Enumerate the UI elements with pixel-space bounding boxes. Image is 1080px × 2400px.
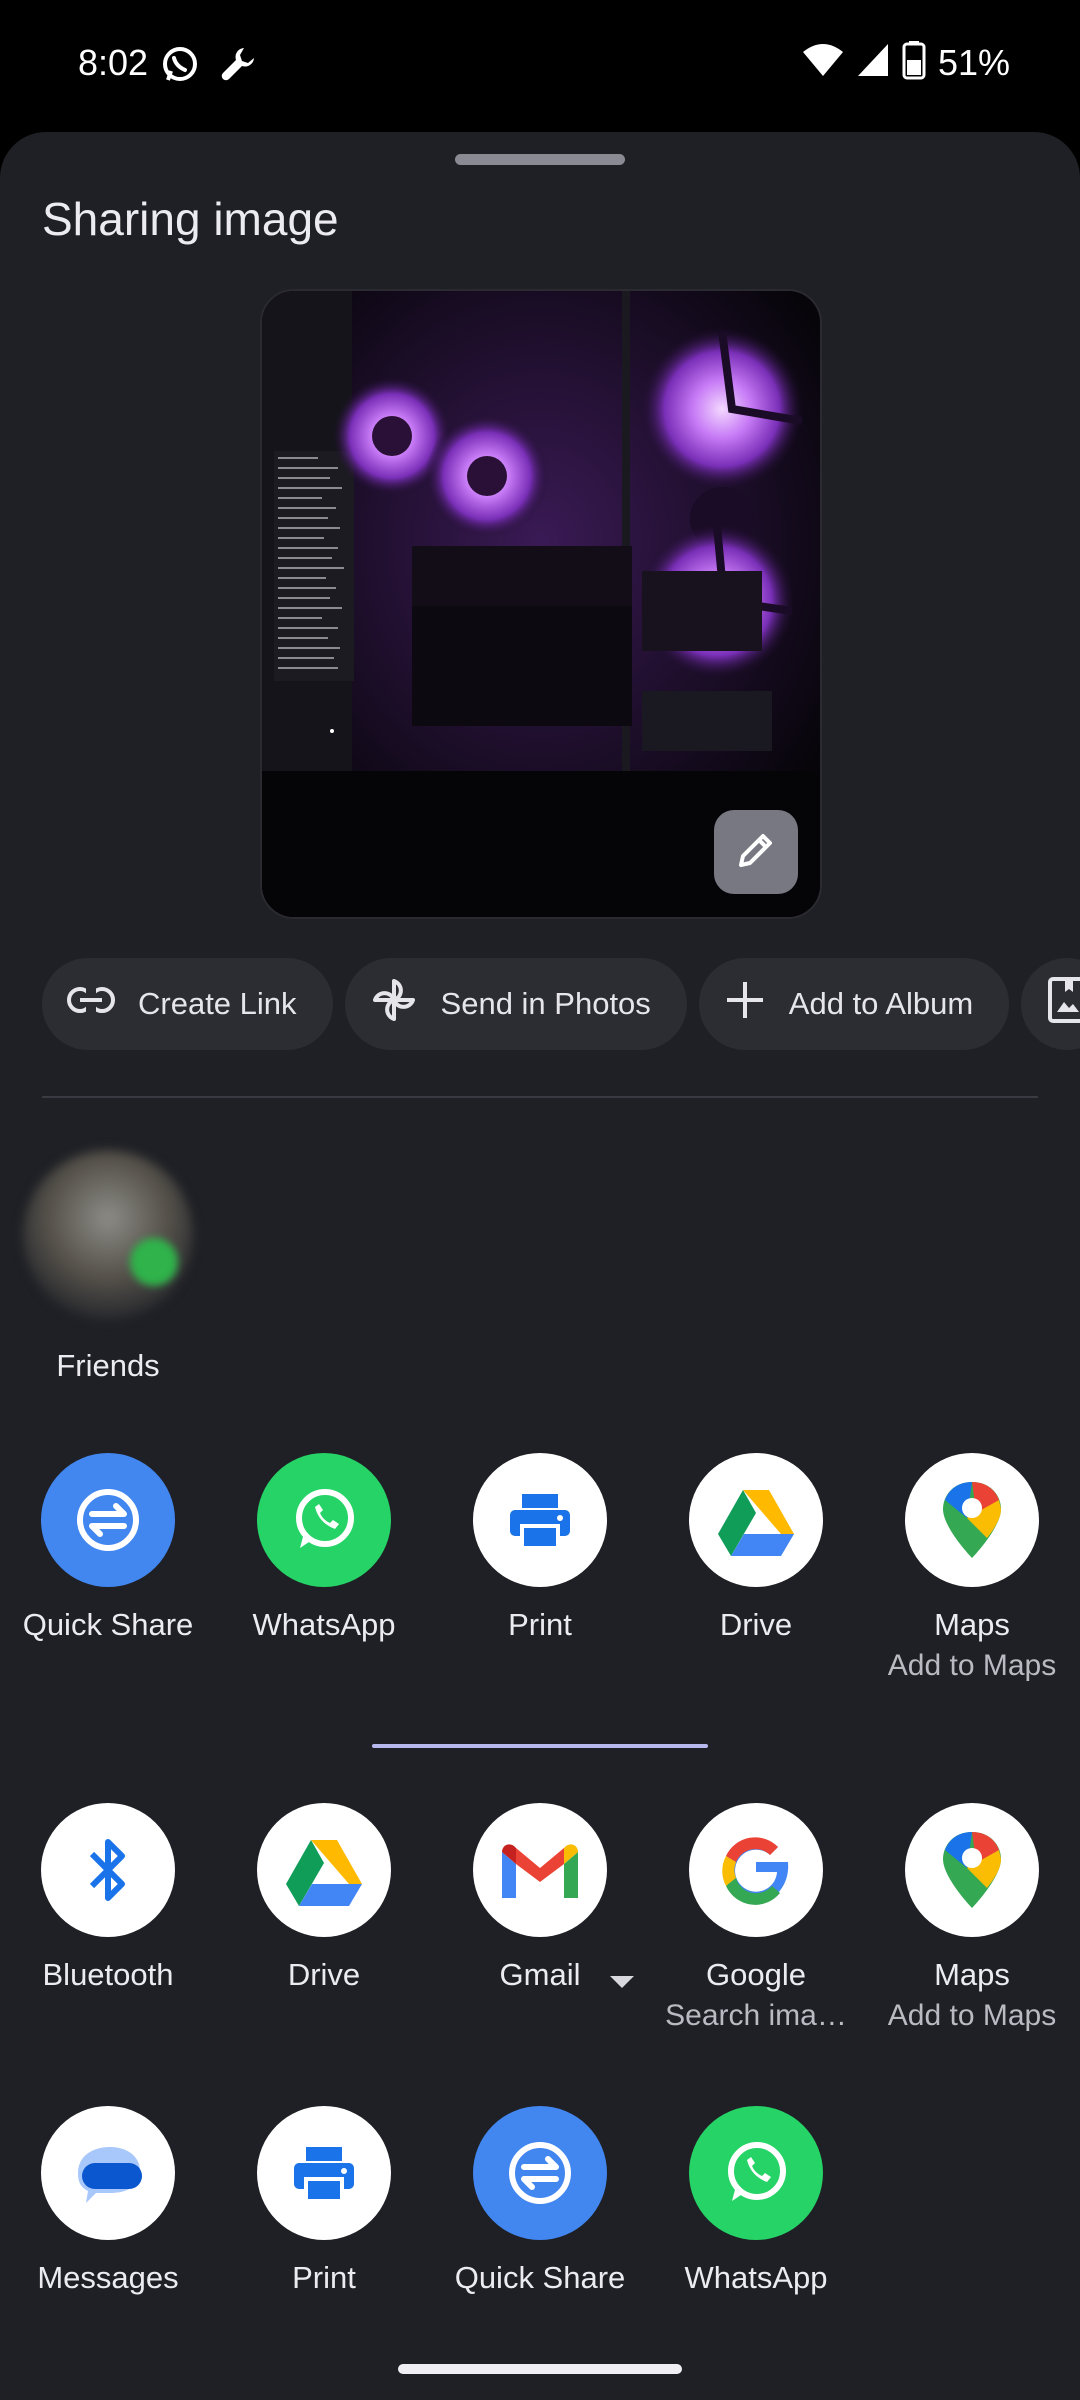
whatsapp-icon	[689, 2106, 823, 2240]
app-label: Print	[508, 1607, 572, 1642]
google-icon	[689, 1803, 823, 1937]
divider	[42, 1096, 1038, 1098]
app-drive[interactable]: Drive	[648, 1453, 864, 1683]
status-bar: 8:02 51%	[0, 0, 1080, 130]
status-notification-icons	[160, 44, 258, 89]
app-sublabel: Search ima…	[665, 1999, 847, 2032]
print-icon	[257, 2106, 391, 2240]
app-whatsapp[interactable]: WhatsApp	[216, 1453, 432, 1683]
app-gmail[interactable]: Gmail	[432, 1803, 648, 2033]
app-badge	[130, 1238, 178, 1286]
app-drive[interactable]: Drive	[216, 1803, 432, 2033]
wifi-icon	[802, 42, 844, 83]
maps-icon	[905, 1453, 1039, 1587]
app-quick-share[interactable]: Quick Share	[0, 1453, 216, 1683]
app-sublabel: Add to Maps	[887, 1649, 1057, 1682]
album-chip[interactable]	[1021, 958, 1080, 1050]
app-label: Maps	[934, 1607, 1010, 1642]
app-label: Google	[706, 1957, 806, 1992]
messages-icon	[41, 2106, 175, 2240]
app-label: Quick Share	[22, 1607, 194, 1642]
app-label: WhatsApp	[684, 2260, 828, 2295]
suggested-apps-row: Quick Share WhatsApp Print Drive Maps Ad…	[0, 1453, 1080, 1683]
album-icon	[1047, 976, 1080, 1032]
app-bluetooth[interactable]: Bluetooth	[0, 1803, 216, 2033]
whatsapp-icon	[257, 1453, 391, 1587]
drive-icon	[689, 1453, 823, 1587]
app-label: Drive	[287, 1957, 361, 1992]
quick-share-icon	[473, 2106, 607, 2240]
app-whatsapp[interactable]: WhatsApp	[648, 2106, 864, 2296]
pencil-icon	[733, 827, 779, 878]
app-maps[interactable]: Maps Add to Maps	[864, 1803, 1080, 2033]
share-sheet: Sharing image Create Link Send in Photos…	[0, 132, 1080, 2400]
app-sublabel: Add to Maps	[887, 1999, 1057, 2032]
all-apps-row-2: Messages Print Quick Share WhatsApp	[0, 2106, 1080, 2296]
chip-label: Add to Album	[788, 986, 974, 1021]
pinwheel-icon	[369, 975, 441, 1033]
contact-target-friends[interactable]: Friends	[18, 1150, 198, 1384]
gesture-nav-handle[interactable]	[398, 2364, 682, 2374]
app-quick-share[interactable]: Quick Share	[432, 2106, 648, 2296]
contact-name: Friends	[56, 1348, 160, 1383]
all-apps-row-1: Bluetooth Drive Gmail Google Search ima……	[0, 1803, 1080, 2033]
chip-label: Create Link	[138, 986, 297, 1021]
action-chips: Create Link Send in Photos Add to Album	[42, 958, 1080, 1050]
print-icon	[473, 1453, 607, 1587]
app-label: Quick Share	[454, 2260, 626, 2295]
battery-percent: 51%	[937, 41, 1010, 83]
battery-icon	[902, 40, 926, 85]
chip-label: Send in Photos	[440, 986, 651, 1021]
app-print[interactable]: Print	[216, 2106, 432, 2296]
status-system-icons: 51%	[802, 40, 1010, 85]
status-time: 8:02	[78, 42, 149, 83]
app-label: Drive	[719, 1607, 793, 1642]
app-label: Bluetooth	[42, 1957, 174, 1992]
sheet-title: Sharing image	[42, 193, 339, 245]
bluetooth-icon	[41, 1803, 175, 1937]
gmail-dropdown-arrow-icon[interactable]	[608, 1974, 636, 1997]
app-label: Print	[292, 2260, 356, 2295]
app-print[interactable]: Print	[432, 1453, 648, 1683]
drive-icon	[257, 1803, 391, 1937]
avatar	[23, 1150, 193, 1320]
edit-button[interactable]	[714, 810, 798, 894]
app-maps[interactable]: Maps Add to Maps	[864, 1453, 1080, 1683]
app-label: WhatsApp	[252, 1607, 396, 1642]
gmail-icon	[473, 1803, 607, 1937]
app-label: Messages	[37, 2260, 179, 2295]
app-google[interactable]: Google Search ima…	[648, 1803, 864, 2033]
send-in-photos-chip[interactable]: Send in Photos	[344, 958, 687, 1050]
add-to-album-chip[interactable]: Add to Album	[698, 958, 1010, 1050]
wrench-icon	[218, 44, 258, 89]
whatsapp-icon	[160, 44, 200, 89]
maps-icon	[905, 1803, 1039, 1937]
drag-handle[interactable]	[455, 154, 625, 165]
create-link-chip[interactable]: Create Link	[42, 958, 333, 1050]
plus-icon	[723, 978, 789, 1030]
quick-share-icon	[41, 1453, 175, 1587]
app-messages[interactable]: Messages	[0, 2106, 216, 2296]
link-icon	[66, 985, 138, 1023]
signal-icon	[856, 42, 890, 83]
section-divider	[372, 1744, 708, 1748]
app-label: Maps	[934, 1957, 1010, 1992]
